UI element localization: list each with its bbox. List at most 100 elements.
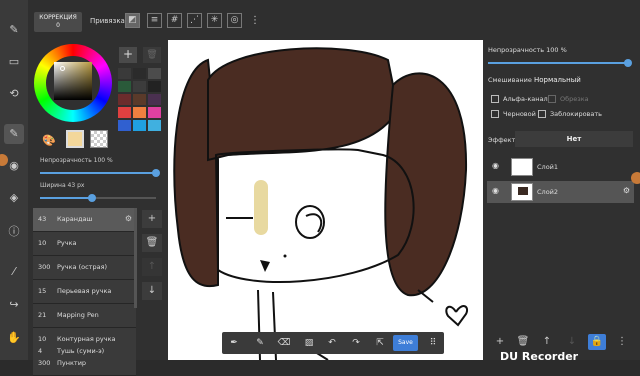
move-layer-up-button[interactable]: ↑ [538,334,556,350]
brush-name: Ручка (острая) [57,263,108,271]
palette-icon[interactable]: 🎨 [40,132,58,150]
draft-checkbox[interactable] [491,110,499,118]
layer-opacity-fill [488,62,628,64]
color-swatch[interactable] [148,81,161,92]
color-swatch[interactable] [148,94,161,105]
snap-circle-icon[interactable]: ◎ [227,13,242,28]
layer-name: Слой1 [537,163,559,171]
layers-icon[interactable]: ◈ [4,188,24,208]
brush-size: 4 [38,347,43,355]
transparent-color-swatch[interactable] [90,130,108,148]
add-layer-button[interactable]: + [491,334,509,350]
color-swatch[interactable] [148,120,161,131]
layer-opacity-slider[interactable] [488,59,632,67]
add-swatch-button[interactable]: + [119,47,137,63]
layer-row[interactable]: ◉ Слой2 ⚙ [487,181,634,203]
snap-radial-icon[interactable]: ✳ [207,13,222,28]
color-swatch[interactable] [118,68,131,79]
brush-opacity-knob[interactable] [152,169,160,177]
brush-name: Тушь (суми-э) [57,347,105,355]
snap-grid-icon[interactable]: # [167,13,182,28]
redo-icon[interactable]: ↷ [349,336,363,350]
color-swatch[interactable] [118,94,131,105]
snap-parallel-icon[interactable]: ≡ [147,13,162,28]
brush-icon[interactable]: ✎ [253,336,267,350]
edit-icon[interactable]: ✎ [4,20,24,40]
alpha-checkbox[interactable] [491,95,499,103]
blend-mode-select[interactable]: Нормальный [534,76,581,84]
color-swatch[interactable] [118,81,131,92]
brush-name: Карандаш [57,215,93,223]
main-color-swatch[interactable] [66,130,84,148]
brush-list-scrollbar[interactable] [134,208,137,308]
move-brush-up-button[interactable]: ↑ [142,258,162,276]
rotate-icon[interactable]: ⟲ [4,84,24,104]
delete-brush-button[interactable]: 🗑 [142,234,162,252]
effect-button[interactable]: Нет [515,131,633,147]
brush-size: 43 [38,215,47,223]
effect-label: Эффект [488,136,516,144]
lock-checkbox[interactable] [538,110,546,118]
correction-button[interactable]: КОРРЕКЦИЯ 0 [34,12,82,32]
save-button[interactable]: Save [393,335,418,351]
drawing-canvas[interactable] [168,40,483,360]
move-brush-down-button[interactable]: ↓ [142,282,162,300]
color-swatch[interactable] [148,107,161,118]
brush-opacity-slider[interactable] [40,169,160,177]
more-icon[interactable]: ⋮ [613,334,631,350]
color-swatch[interactable] [148,68,161,79]
grid-icon[interactable]: ⠿ [426,336,440,350]
lock-icon[interactable]: 🔒 [588,334,606,350]
brush-item[interactable]: 21 Mapping Pen [33,304,136,328]
brush-size: 21 [38,311,47,319]
brush-item[interactable]: 43 Карандаш ⚙ [33,208,136,232]
color-swatch[interactable] [118,120,131,131]
export-icon[interactable]: ⇱ [373,336,387,350]
undo-icon[interactable]: ↶ [325,336,339,350]
color-swatch[interactable] [133,81,146,92]
eraser-icon[interactable]: ⌫ [277,336,291,350]
clip-checkbox[interactable] [548,95,556,103]
more-icon[interactable]: ⋮ [250,15,260,26]
share-icon[interactable]: ↪ [4,295,24,315]
brush-size: 15 [38,287,47,295]
move-layer-down-button[interactable]: ↓ [563,334,581,350]
add-brush-button[interactable]: + [142,210,162,228]
brush-icon[interactable]: ✎ [4,124,24,144]
brush-item[interactable]: 300 Ручка (острая) [33,256,136,280]
pen-icon[interactable]: ✒ [227,336,241,350]
eyedropper-icon[interactable]: ⁄ [4,262,24,282]
brush-size: 300 [38,263,51,271]
color-picker-cursor[interactable] [60,66,65,71]
clear-icon[interactable]: ▨ [302,336,316,350]
eye-icon[interactable]: ◉ [492,161,499,170]
brush-width-slider[interactable] [40,194,156,202]
brush-width-knob[interactable] [88,194,96,202]
layer-row[interactable]: ◉ Слой1 [487,156,634,178]
delete-swatch-button[interactable]: 🗑 [143,47,161,63]
brush-item[interactable]: 4 Тушь (суми-э) [33,344,136,360]
snap-diagonal-icon[interactable]: ⋰ [187,13,202,28]
color-swatch[interactable] [133,68,146,79]
color-swatch[interactable] [118,107,131,118]
recorder-bubble[interactable] [631,172,640,184]
color-swatch[interactable] [133,94,146,105]
color-swatch[interactable] [133,107,146,118]
gear-icon[interactable]: ⚙ [125,208,132,230]
gear-icon[interactable]: ⚙ [623,186,630,195]
color-swatch[interactable] [133,120,146,131]
snap-off-icon[interactable]: ◩ [125,13,140,28]
layer-thumbnail [511,183,533,201]
artwork-drawing [173,47,468,360]
select-rect-icon[interactable]: ▭ [4,52,24,72]
delete-layer-button[interactable]: 🗑 [514,334,532,350]
info-icon[interactable]: ⓘ [4,222,24,242]
brush-item[interactable]: 15 Перьевая ручка [33,280,136,304]
layer-name: Слой2 [537,188,559,196]
layer-opacity-knob[interactable] [624,59,632,67]
snap-label: Привязка [90,17,125,25]
brush-name: Перьевая ручка [57,287,112,295]
eye-icon[interactable]: ◉ [492,186,499,195]
hand-icon[interactable]: ✋ [4,328,24,348]
brush-item[interactable]: 10 Ручка [33,232,136,256]
